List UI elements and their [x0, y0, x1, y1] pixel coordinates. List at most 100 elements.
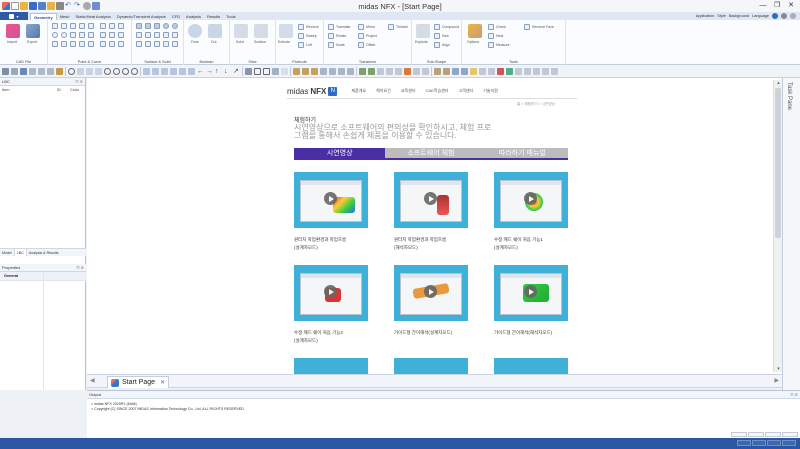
animation-icon[interactable] — [515, 67, 522, 75]
coordinate-icon[interactable] — [386, 67, 393, 75]
video-title[interactable]: 가이드형 간이해석(해석자모드) — [494, 329, 568, 337]
view-left-icon[interactable] — [188, 67, 195, 75]
nav-cae-learning[interactable]: CAE학습센터 — [426, 88, 449, 94]
background-icon[interactable] — [461, 67, 468, 75]
video-card[interactable] — [394, 358, 468, 374]
rotate-left-icon[interactable] — [113, 67, 120, 75]
column-id[interactable]: ID — [57, 88, 70, 92]
status-field[interactable] — [767, 440, 781, 446]
scroll-thumb[interactable] — [775, 88, 781, 238]
video-title[interactable]: 원터치 학업환경과 학업흐름 (설계자모드) — [294, 236, 368, 252]
extend-icon[interactable] — [61, 41, 67, 47]
cut-icon[interactable] — [208, 24, 222, 38]
split-curve-icon[interactable] — [118, 32, 124, 38]
play-icon[interactable] — [524, 192, 537, 205]
capture-icon[interactable] — [395, 67, 402, 75]
element-icon[interactable] — [488, 67, 495, 75]
result-icon[interactable] — [506, 67, 513, 75]
video-thumbnail[interactable] — [294, 265, 368, 321]
task-pane[interactable]: Task Pane — [782, 78, 800, 390]
extrude-icon[interactable] — [279, 24, 293, 38]
video-title[interactable]: 가이드형 간이해석(설계자모드) — [394, 329, 468, 337]
named-view-icon[interactable] — [452, 67, 459, 75]
report-icon[interactable] — [551, 67, 558, 75]
arc-icon[interactable] — [79, 23, 85, 29]
transparency-icon[interactable] — [281, 67, 288, 75]
video-thumbnail[interactable] — [394, 172, 468, 228]
plane-icon[interactable] — [136, 32, 142, 38]
box-icon[interactable] — [136, 23, 142, 29]
arrow-diag-icon[interactable]: ↗ — [233, 68, 240, 75]
zoom-window-icon[interactable] — [77, 67, 84, 75]
wedge-icon[interactable] — [172, 32, 178, 38]
tab-geometry[interactable]: Geometry — [30, 13, 57, 20]
application-dropdown[interactable]: Application — [696, 14, 715, 18]
tab-scroll-left-icon[interactable]: ◀ — [90, 377, 95, 384]
grid-icon[interactable] — [56, 67, 63, 75]
play-icon[interactable] — [324, 285, 337, 298]
slice-solid-icon[interactable] — [234, 24, 248, 38]
project-curve-icon[interactable] — [100, 32, 106, 38]
table-icon[interactable] — [533, 67, 540, 75]
torus-icon[interactable] — [172, 23, 178, 29]
tab-software-trial[interactable]: 소프트웨어 체험 — [385, 148, 477, 158]
trim-icon[interactable] — [52, 41, 58, 47]
play-icon[interactable] — [524, 285, 537, 298]
divide-icon[interactable] — [70, 41, 76, 47]
filter-icon[interactable] — [11, 67, 18, 75]
nav-analysis[interactable]: 해석요건 — [376, 88, 391, 94]
tab-tutorial-manual[interactable]: 따라하기 매뉴얼 — [476, 148, 568, 158]
zoom-fit-icon[interactable] — [86, 67, 93, 75]
section-icon[interactable] — [338, 67, 345, 75]
fuse-icon[interactable] — [188, 24, 202, 38]
intersect-icon[interactable] — [79, 41, 85, 47]
maximize-button[interactable]: ❐ — [770, 1, 784, 11]
tab-analysis[interactable]: Analysis — [183, 13, 204, 20]
play-icon[interactable] — [324, 192, 337, 205]
text-curve-icon[interactable] — [109, 41, 115, 47]
probe-icon[interactable] — [524, 67, 531, 75]
video-card[interactable]: 원터치 학업환경과 학업흐름 (설계자모드) — [294, 172, 368, 252]
help-icon[interactable] — [92, 2, 100, 10]
cylinder-icon[interactable] — [145, 23, 151, 29]
polyline-icon[interactable] — [70, 23, 76, 29]
video-title[interactable]: 수정 캐드 쉐이 처음 기능2 (설계자모드) — [294, 329, 368, 345]
curve-edit-icon[interactable] — [118, 23, 124, 29]
status-field[interactable] — [782, 440, 796, 446]
patch-icon[interactable] — [154, 41, 160, 47]
show-icon[interactable] — [293, 67, 300, 75]
video-card[interactable]: 수정 캐드 쉐이 처음 기능1 (설계자모드) — [494, 172, 568, 252]
column-color[interactable]: Color — [70, 88, 79, 92]
tab-scroll-right-icon[interactable]: ▶ — [774, 377, 779, 384]
measure-view-icon[interactable] — [347, 67, 354, 75]
video-thumbnail[interactable] — [294, 358, 368, 374]
tab-lbc[interactable]: LBC — [13, 249, 27, 256]
video-card[interactable] — [494, 358, 568, 374]
view-bottom-icon[interactable] — [179, 67, 186, 75]
box-select-icon[interactable] — [29, 67, 36, 75]
vertical-scrollbar[interactable]: ▴ ▾ — [773, 80, 782, 372]
video-card[interactable]: 원터치 학업환경과 학업흐름 (해석자모드) — [394, 172, 468, 252]
rectangle-icon[interactable] — [70, 32, 76, 38]
nav-education[interactable]: 교육센터 — [401, 88, 416, 94]
output-button[interactable] — [731, 432, 747, 437]
refresh-icon[interactable] — [131, 67, 138, 75]
polygon-icon[interactable] — [79, 32, 85, 38]
tab-model[interactable]: Model — [0, 249, 14, 256]
style-dropdown[interactable]: Style — [717, 14, 725, 18]
minimize-button[interactable]: — — [756, 1, 770, 11]
line-icon[interactable] — [61, 23, 67, 29]
video-thumbnail[interactable] — [494, 265, 568, 321]
workplane-icon[interactable] — [377, 67, 384, 75]
column-item[interactable]: Item — [2, 88, 57, 92]
video-card[interactable] — [294, 358, 368, 374]
offset-icon[interactable] — [358, 42, 364, 48]
video-title[interactable]: 원터치 학업환경과 학업흐름 (해석자모드) — [394, 236, 468, 252]
background-dropdown[interactable]: Background — [729, 14, 749, 18]
check-icon[interactable] — [488, 24, 494, 30]
prism-icon[interactable] — [172, 41, 178, 47]
rotate-view-icon[interactable] — [104, 67, 111, 75]
close-button[interactable]: ✕ — [784, 1, 798, 11]
tab-analysis-results[interactable]: Analysis & Results — [27, 249, 61, 256]
scale-icon[interactable] — [328, 42, 334, 48]
